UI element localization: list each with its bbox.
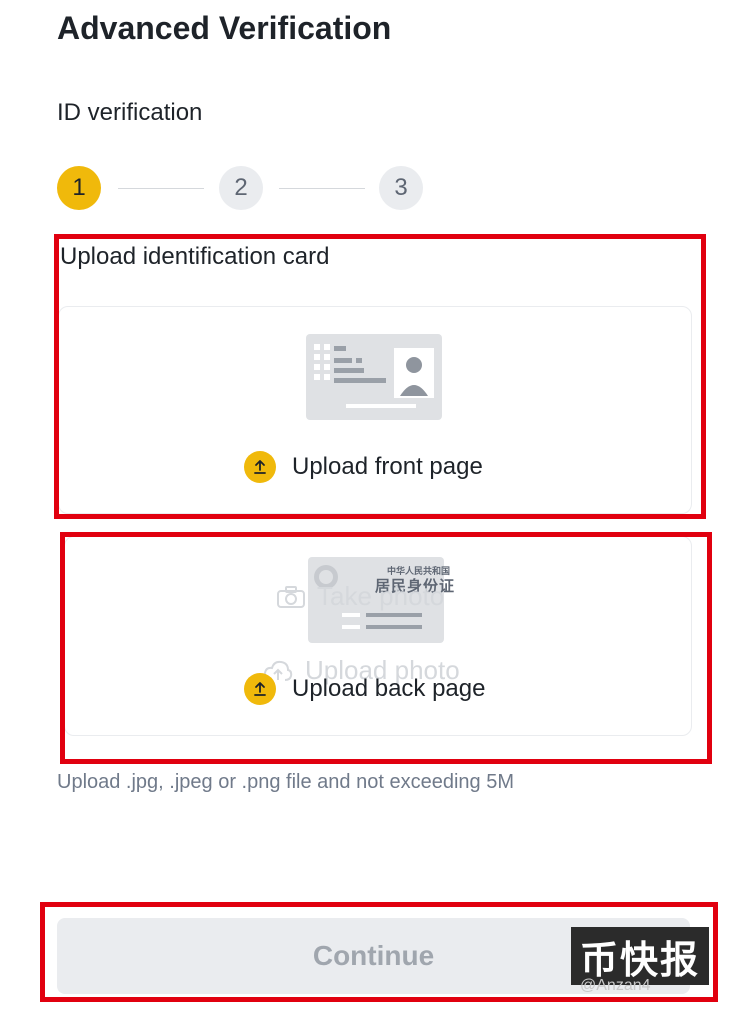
step-3: 3 (379, 166, 423, 210)
step-2: 2 (219, 166, 263, 210)
stepper: 1 2 3 (57, 166, 427, 212)
file-requirements-hint: Upload .jpg, .jpeg or .png file and not … (57, 771, 514, 793)
highlight-box-back (60, 532, 712, 764)
section-subtitle: ID verification (57, 99, 203, 126)
watermark-handle: @Anzan4 (580, 977, 651, 994)
page-title: Advanced Verification (57, 10, 392, 46)
step-connector (279, 188, 365, 189)
step-1: 1 (57, 166, 101, 210)
highlight-box-front (54, 234, 706, 519)
step-connector (118, 188, 204, 189)
